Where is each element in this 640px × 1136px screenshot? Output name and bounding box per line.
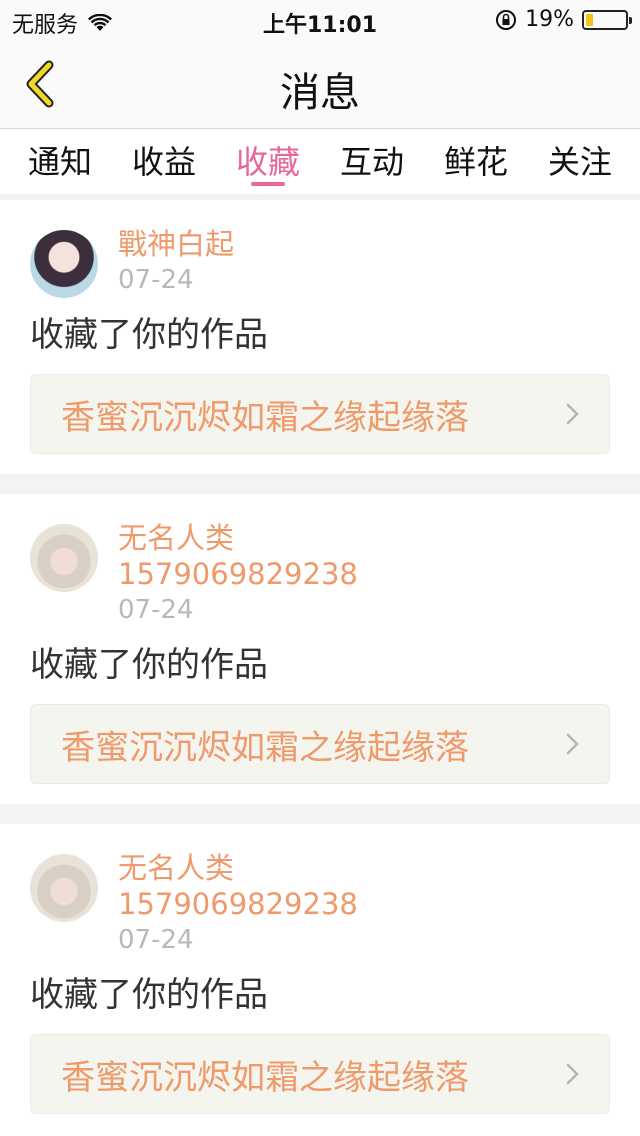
tab-favorites[interactable]: 收藏 <box>236 129 300 194</box>
user-id: 1579069829238 <box>118 887 358 921</box>
tab-bar: 通知 收益 收藏 互动 鲜花 关注 <box>0 128 640 194</box>
message-card: 无名人类 1579069829238 07-24 收藏了你的作品 香蜜沉沉烬如霜… <box>0 824 640 1134</box>
status-right: 19% <box>495 7 632 32</box>
avatar[interactable] <box>30 854 98 922</box>
page-title: 消息 <box>280 70 360 116</box>
battery-percent: 19% <box>525 7 574 32</box>
avatar[interactable] <box>30 524 98 592</box>
user-info: 无名人类 1579069829238 07-24 <box>118 520 358 628</box>
message-date: 07-24 <box>118 265 194 295</box>
divider <box>0 474 640 494</box>
tab-follows[interactable]: 关注 <box>548 129 612 194</box>
battery-fill <box>586 13 594 26</box>
work-link[interactable]: 香蜜沉沉烬如霜之缘起缘落 <box>30 1034 610 1114</box>
avatar[interactable] <box>30 230 98 298</box>
message-date: 07-24 <box>118 925 194 955</box>
battery-icon <box>582 9 632 30</box>
user-name[interactable]: 无名人类 <box>118 520 358 556</box>
message-header: 戰神白起 07-24 <box>30 226 610 298</box>
work-link[interactable]: 香蜜沉沉烬如霜之缘起缘落 <box>30 704 610 784</box>
chevron-right-icon <box>566 733 579 755</box>
nav-bar: 消息 <box>0 40 640 128</box>
status-bar: 无服务 上午11:01 19% <box>0 0 640 40</box>
work-title: 香蜜沉沉烬如霜之缘起缘落 <box>61 1057 469 1098</box>
work-title: 香蜜沉沉烬如霜之缘起缘落 <box>61 727 469 768</box>
tab-flowers[interactable]: 鲜花 <box>444 129 508 194</box>
message-date: 07-24 <box>118 595 194 625</box>
tab-earnings[interactable]: 收益 <box>132 129 196 194</box>
user-id: 1579069829238 <box>118 557 358 591</box>
work-title: 香蜜沉沉烬如霜之缘起缘落 <box>61 397 469 438</box>
message-text: 收藏了你的作品 <box>30 315 268 355</box>
user-name[interactable]: 无名人类 <box>118 850 358 886</box>
message-header: 无名人类 1579069829238 07-24 <box>30 850 610 958</box>
message-card: 戰神白起 07-24 收藏了你的作品 香蜜沉沉烬如霜之缘起缘落 <box>0 200 640 474</box>
user-name[interactable]: 戰神白起 <box>118 226 234 262</box>
chevron-right-icon <box>566 1063 579 1085</box>
user-info: 无名人类 1579069829238 07-24 <box>118 850 358 958</box>
message-text: 收藏了你的作品 <box>30 645 268 685</box>
message-card: 无名人类 1579069829238 07-24 收藏了你的作品 香蜜沉沉烬如霜… <box>0 494 640 804</box>
message-header: 无名人类 1579069829238 07-24 <box>30 520 610 628</box>
message-text: 收藏了你的作品 <box>30 975 268 1015</box>
tab-notifications[interactable]: 通知 <box>28 129 92 194</box>
battery-tip <box>629 16 632 24</box>
divider <box>0 804 640 824</box>
work-link[interactable]: 香蜜沉沉烬如霜之缘起缘落 <box>30 374 610 454</box>
chevron-right-icon <box>566 403 579 425</box>
rotation-lock-icon <box>496 9 517 30</box>
tab-interactions[interactable]: 互动 <box>340 129 404 194</box>
user-info: 戰神白起 07-24 <box>118 226 234 298</box>
